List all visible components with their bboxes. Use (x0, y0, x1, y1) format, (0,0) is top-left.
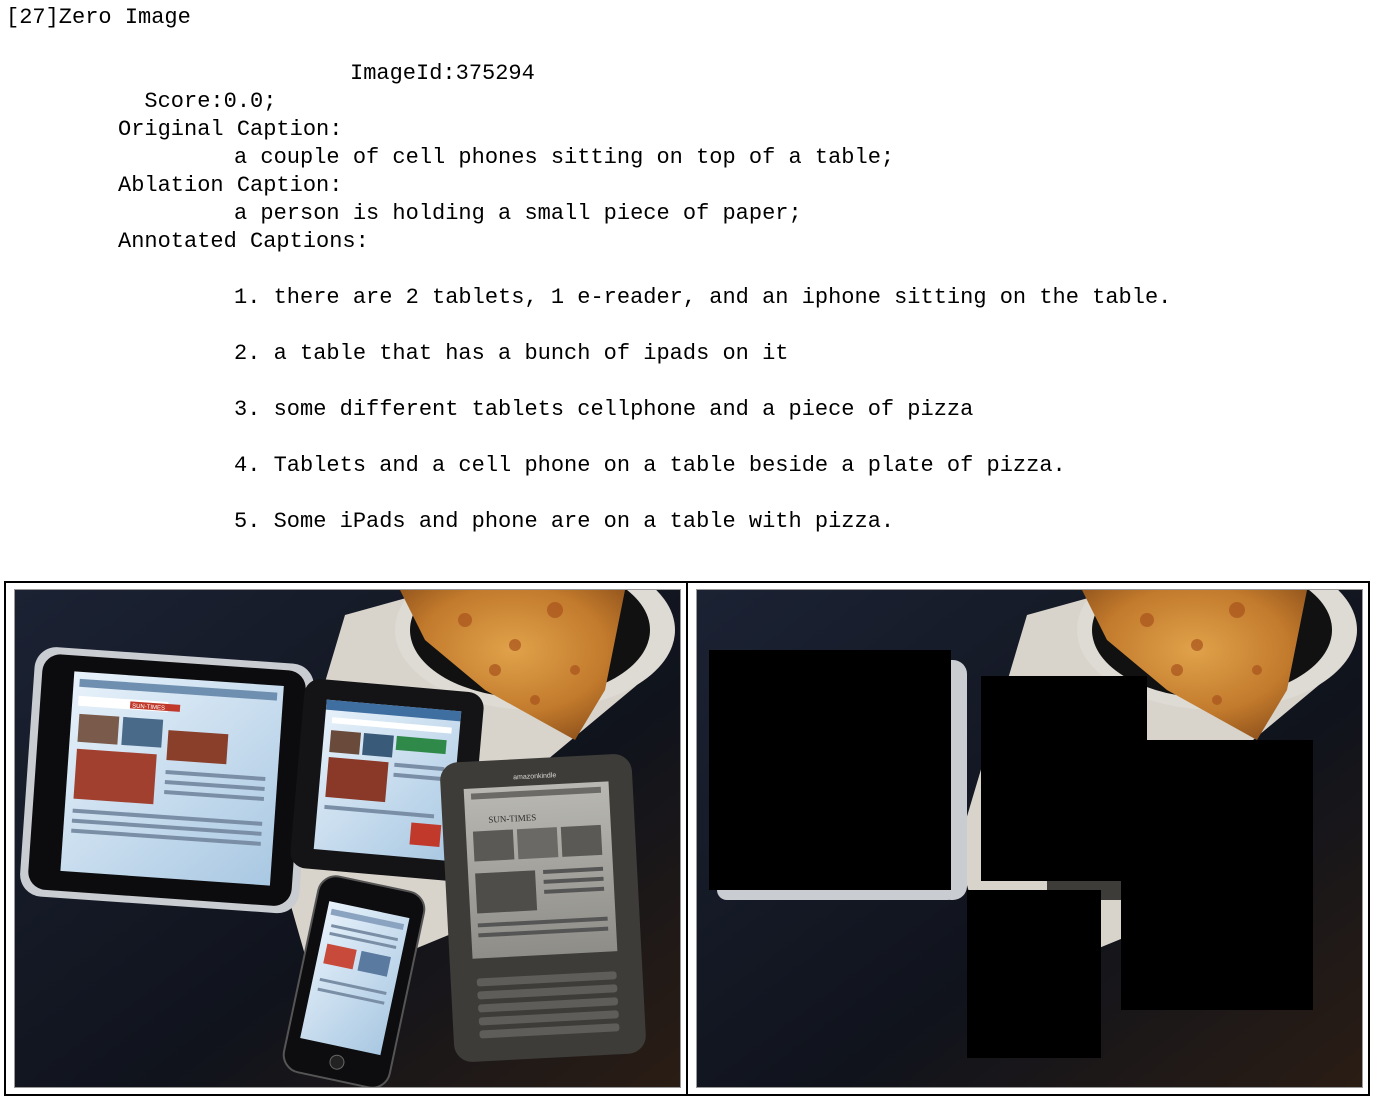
mask-block-4 (967, 890, 1101, 1058)
kindle: amazonkindle SUN-TIMES (440, 754, 646, 1062)
annotated-caption-5: 5. Some iPads and phone are on a table w… (234, 509, 895, 534)
annotated-captions-label: Annotated Captions: (118, 229, 369, 254)
original-photo: SUN-TIMES amazonkindle SUN-TIMES (14, 589, 681, 1088)
annotated-caption-4: 4. Tablets and a cell phone on a table b… (234, 453, 1066, 478)
original-caption-label: Original Caption: (118, 117, 343, 142)
annotated-caption-3: 3. some different tablets cellphone and … (234, 397, 974, 422)
ipad: SUN-TIMES (20, 647, 314, 914)
original-caption-text: a couple of cell phones sitting on top o… (234, 145, 895, 170)
annotated-caption-1: 1. there are 2 tablets, 1 e-reader, and … (234, 285, 1172, 310)
ablation-caption-label: Ablation Caption: (118, 173, 343, 198)
table-divider (686, 583, 688, 1094)
image-id-value: ImageId:375294 (350, 61, 535, 86)
annotated-caption-2: 2. a table that has a bunch of ipads on … (234, 341, 789, 366)
page-heading: [27]Zero Image (6, 5, 191, 30)
score-value: Score:0.0; (144, 89, 277, 114)
ablation-caption-text: a person is holding a small piece of pap… (234, 201, 802, 226)
image-comparison-table: SUN-TIMES amazonkindle SUN-TIMES (4, 581, 1370, 1096)
mask-block-3 (1121, 740, 1313, 1010)
mask-block-1 (709, 650, 951, 890)
ablated-photo (696, 589, 1363, 1088)
